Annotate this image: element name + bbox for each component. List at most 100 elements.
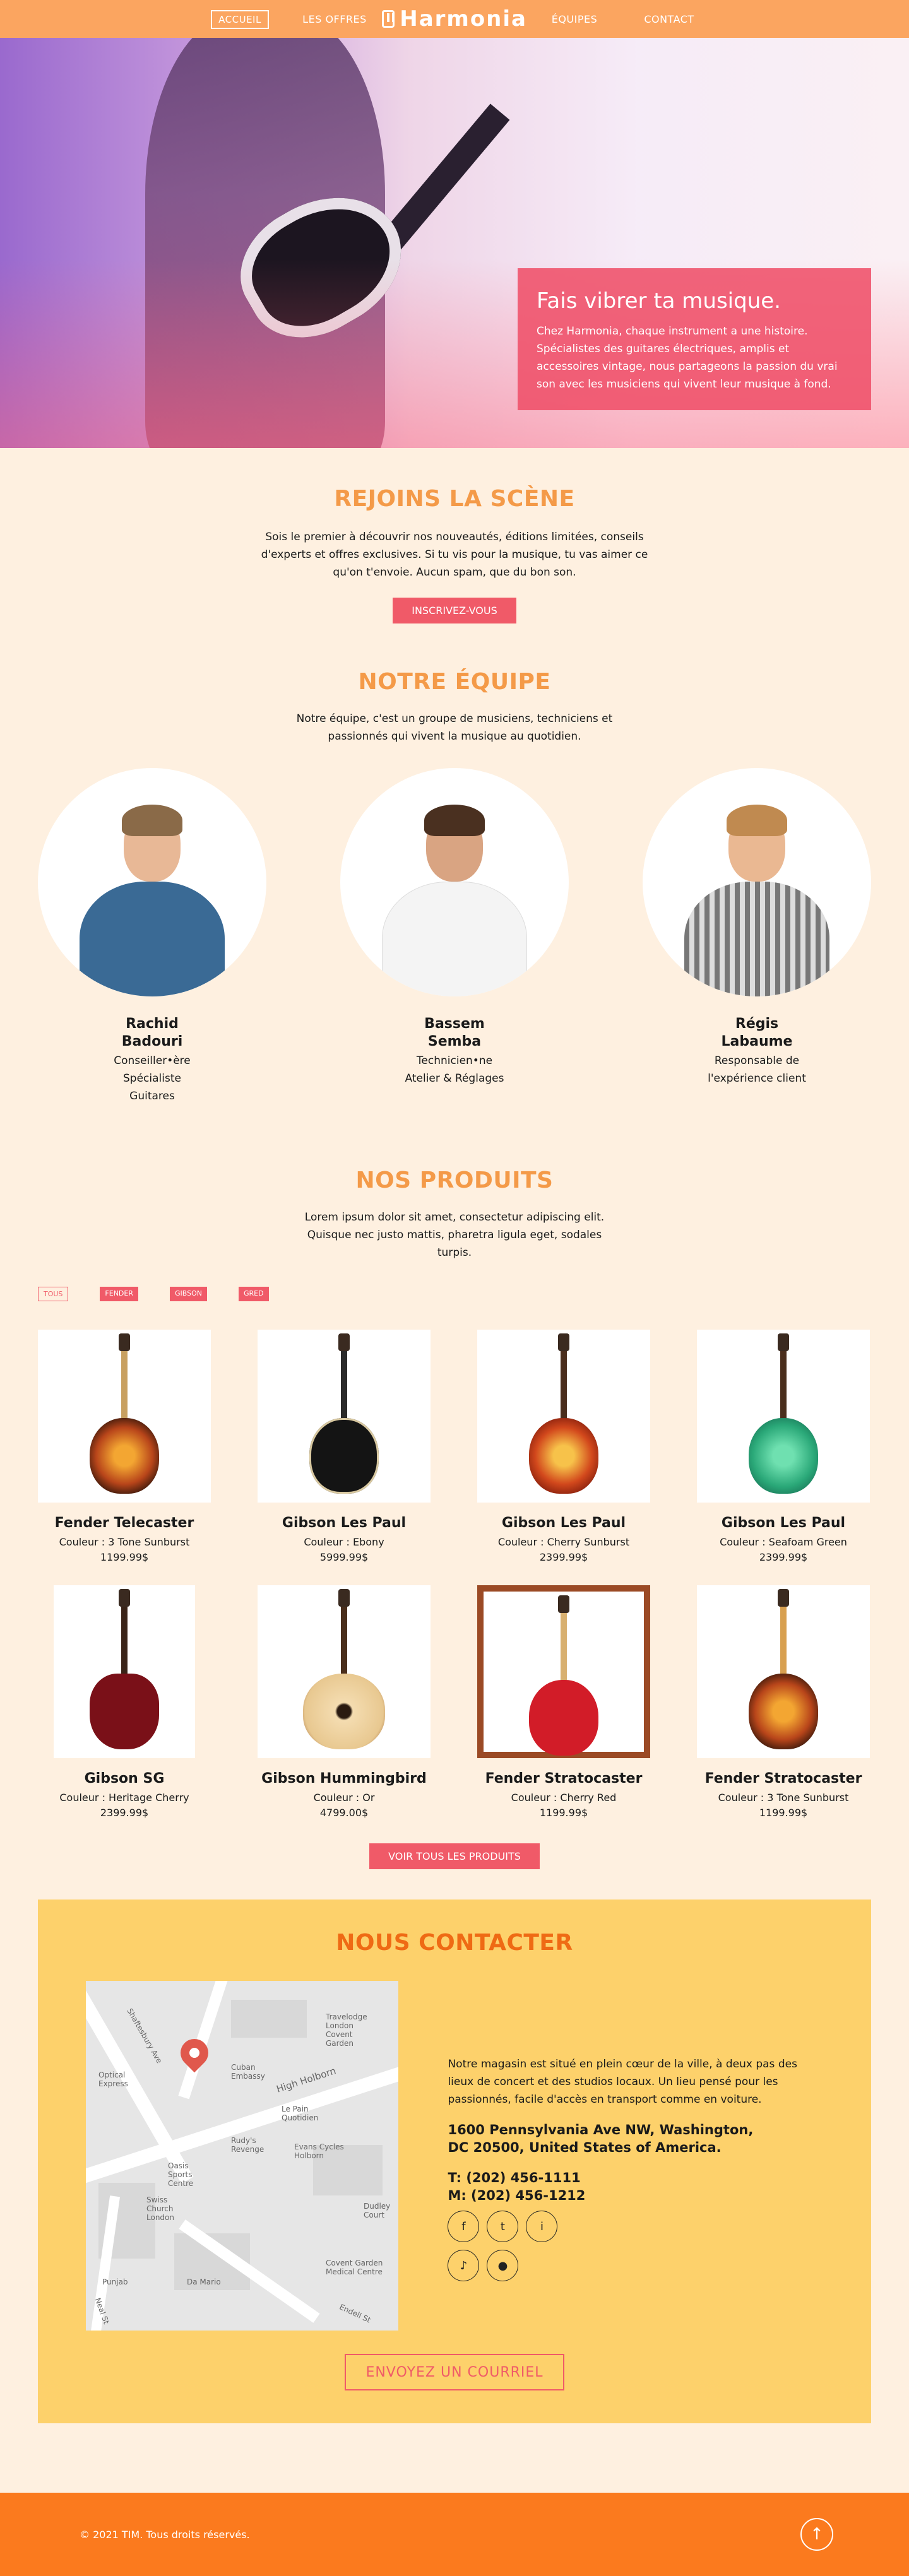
person-hair-image (122, 805, 182, 836)
product-card[interactable]: Gibson Hummingbird Couleur : Or 4799.00$ (258, 1585, 431, 1821)
map-label: Covent Garden Medical Centre (326, 2259, 383, 2276)
map-label: Endell St (338, 2302, 372, 2325)
map-label: Da Mario (187, 2278, 221, 2286)
map-label: Evans Cycles Holborn (294, 2142, 344, 2160)
person-body-image (382, 882, 527, 996)
team-section: NOTRE ÉQUIPE Notre équipe, c'est un grou… (0, 669, 909, 1167)
map-road (178, 1981, 232, 2100)
guitar-body-icon (529, 1680, 598, 1756)
contact-description: Notre magasin est situé en plein cœur de… (448, 2058, 797, 2106)
team-title: NOTRE ÉQUIPE (358, 669, 551, 695)
team-member: Rachid Badouri Conseiller•ère Spécialist… (38, 768, 266, 1105)
product-card[interactable]: Fender Stratocaster Couleur : Cherry Red… (477, 1585, 650, 1821)
product-image[interactable] (477, 1330, 650, 1503)
avatar (340, 768, 569, 996)
map-label: Cuban Embassy (231, 2063, 265, 2081)
product-color: Couleur : 3 Tone Sunburst (718, 1792, 849, 1804)
member-first-name: Bassem (424, 1016, 485, 1032)
hero-card: Fais vibrer ta musique. Chez Harmonia, c… (518, 268, 871, 410)
mobile-number[interactable]: M: (202) 456-1212 (448, 2188, 585, 2203)
hero-banner: Fais vibrer ta musique. Chez Harmonia, c… (0, 38, 909, 448)
tiktok-icon[interactable]: ♪ (448, 2250, 480, 2281)
product-card[interactable]: Gibson Les Paul Couleur : Seafoam Green … (697, 1330, 870, 1565)
subscribe-button[interactable]: INSCRIVEZ-VOUS (393, 598, 516, 623)
map-label: Le Pain Quotidien (282, 2105, 319, 2122)
product-color: Couleur : Heritage Cherry (59, 1792, 189, 1804)
map[interactable]: Travelodge London Covent Garden Cuban Em… (86, 1981, 399, 2331)
guitar-body-icon (309, 1418, 379, 1494)
filter-all-button[interactable]: TOUS (38, 1287, 69, 1301)
member-last-name: Semba (427, 1034, 482, 1049)
scroll-to-top-icon[interactable]: ↑ (800, 2518, 833, 2551)
guitar-body-icon (90, 1674, 159, 1749)
social-links: f t i ♪ ● (448, 2211, 574, 2281)
product-name: Fender Stratocaster (485, 1771, 643, 1787)
filter-gibson-button[interactable]: GIBSON (170, 1287, 207, 1301)
product-price: 4799.00$ (319, 1807, 369, 1819)
map-label: Punjab (102, 2278, 128, 2286)
product-image[interactable] (697, 1330, 870, 1503)
filter-fender-button[interactable]: FENDER (100, 1287, 138, 1301)
map-label: Shaftesbury Ave (125, 2007, 164, 2065)
guitar-head-icon (778, 1333, 789, 1351)
products-text: Lorem ipsum dolor sit amet, consectetur … (304, 1211, 605, 1259)
send-email-button[interactable]: ENVOYEZ UN COURRIEL (345, 2354, 564, 2390)
nav-link-contact[interactable]: CONTACT (644, 13, 694, 25)
team-member: Bassem Semba Technicien•ne Atelier & Rég… (340, 768, 569, 1105)
nav-item-accueil[interactable]: ACCUEIL (193, 9, 287, 29)
contact-panel: NOUS CONTACTER Travelodge London Covent … (38, 1900, 871, 2423)
join-text: Sois le premier à découvrir nos nouveaut… (261, 531, 648, 579)
product-image-selected[interactable] (477, 1585, 650, 1758)
product-card[interactable]: Gibson Les Paul Couleur : Cherry Sunburs… (477, 1330, 650, 1565)
phone-number[interactable]: T: (202) 456-1111 (448, 2170, 580, 2185)
products-title: NOS PRODUITS (355, 1167, 554, 1193)
product-price: 1199.99$ (539, 1807, 588, 1819)
product-price: 2399.99$ (759, 1551, 808, 1563)
product-price: 5999.99$ (319, 1551, 369, 1563)
team-text: Notre équipe, c'est un groupe de musicie… (296, 712, 613, 743)
product-image[interactable] (38, 1330, 211, 1503)
product-color: Couleur : Ebony (304, 1536, 384, 1548)
copyright-text: © 2021 TIM. Tous droits réservés. (80, 2528, 250, 2541)
nav-item-equipes[interactable]: ÉQUIPES (527, 13, 622, 25)
logo[interactable]: Harmonia (382, 6, 527, 32)
contact-info: Notre magasin est situé en plein cœur de… (448, 1981, 823, 2331)
product-image[interactable] (258, 1585, 431, 1758)
filter-gred-button[interactable]: GRED (239, 1287, 269, 1301)
guitar-body-icon (749, 1418, 818, 1494)
product-card[interactable]: Gibson Les Paul Couleur : Ebony 5999.99$ (258, 1330, 431, 1565)
facebook-icon[interactable]: f (448, 2211, 480, 2242)
product-color: Couleur : Or (313, 1792, 375, 1804)
member-role-line: Spécialiste (123, 1072, 181, 1085)
view-all-products-button[interactable]: VOIR TOUS LES PRODUITS (369, 1843, 540, 1869)
product-color: Couleur : Cherry Red (511, 1792, 617, 1804)
person-body-image (80, 882, 225, 996)
top-nav: ACCUEIL LES OFFRES Harmonia ÉQUIPES CONT… (0, 0, 909, 38)
twitter-icon[interactable]: t (487, 2211, 519, 2242)
product-image[interactable] (54, 1585, 195, 1758)
team-member: Régis Labaume Responsable de l'expérienc… (643, 768, 871, 1105)
product-grid: Fender Telecaster Couleur : 3 Tone Sunbu… (38, 1330, 871, 1821)
guitar-body-icon (303, 1674, 385, 1749)
map-block (231, 2000, 307, 2038)
nav-link-offres[interactable]: LES OFFRES (302, 13, 367, 25)
product-card[interactable]: Fender Stratocaster Couleur : 3 Tone Sun… (697, 1585, 870, 1821)
footer: © 2021 TIM. Tous droits réservés. ↑ (0, 2493, 909, 2576)
member-role-line: Responsable de (714, 1055, 800, 1067)
instagram-icon[interactable]: i (526, 2211, 558, 2242)
nav-item-offres[interactable]: LES OFFRES (287, 13, 382, 25)
member-first-name: Régis (735, 1016, 779, 1032)
nav-link-accueil[interactable]: ACCUEIL (211, 9, 269, 29)
product-card[interactable]: Fender Telecaster Couleur : 3 Tone Sunbu… (38, 1330, 211, 1565)
product-image[interactable] (258, 1330, 431, 1503)
map-label: Swiss Church London (146, 2195, 174, 2222)
nav-link-equipes[interactable]: ÉQUIPES (552, 13, 598, 25)
nav-item-contact[interactable]: CONTACT (622, 13, 716, 25)
member-role-line: Technicien•ne (416, 1055, 493, 1067)
reddit-icon[interactable]: ● (487, 2250, 519, 2281)
map-label: Optical Express (98, 2071, 128, 2088)
product-image[interactable] (697, 1585, 870, 1758)
contact-body: Travelodge London Covent Garden Cuban Em… (86, 1981, 823, 2331)
map-label: Oasis Sports Centre (168, 2161, 194, 2188)
product-card[interactable]: Gibson SG Couleur : Heritage Cherry 2399… (38, 1585, 211, 1821)
